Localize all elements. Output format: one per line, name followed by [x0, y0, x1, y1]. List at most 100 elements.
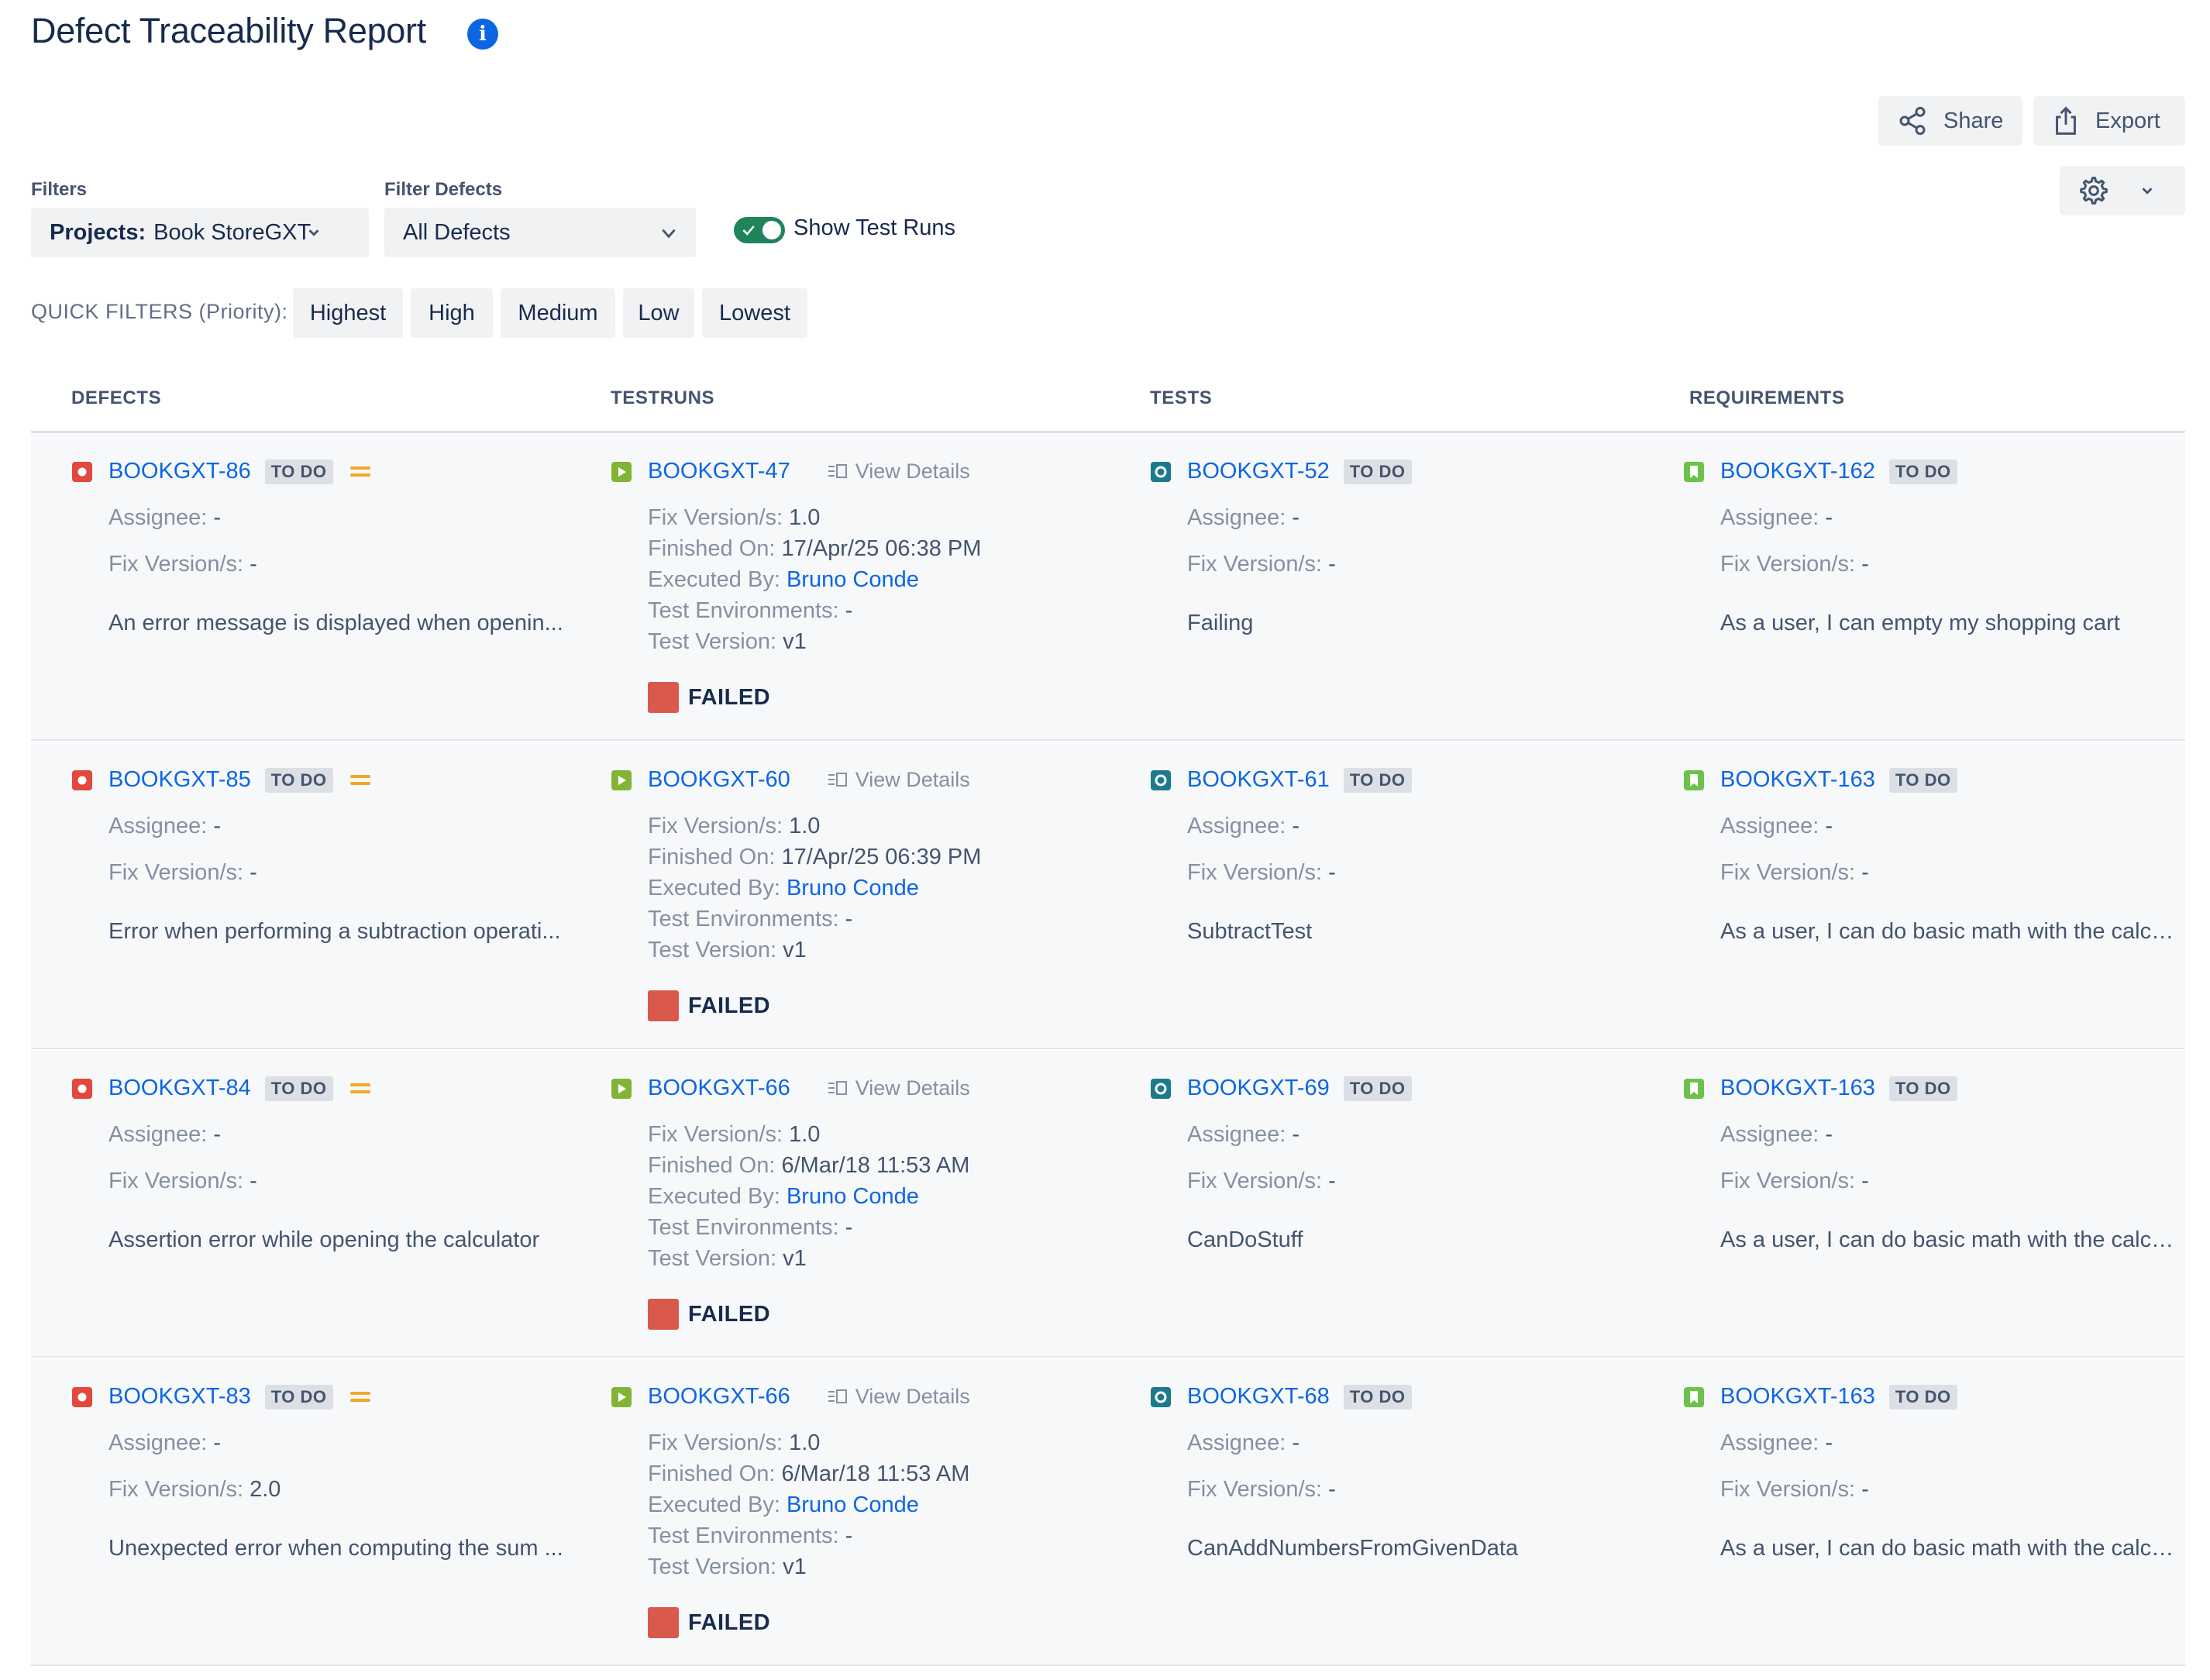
testrun-test-environments: Test Environments: - [648, 598, 853, 623]
testrun-key-link[interactable]: BOOKGXT-47 [648, 459, 790, 484]
export-button[interactable]: Export [2033, 96, 2185, 146]
test-key-link[interactable]: BOOKGXT-68 [1187, 1384, 1330, 1410]
requirement-summary: As a user, I can do basic math with the … [1720, 1536, 2185, 1561]
failed-status-swatch [648, 1299, 679, 1330]
header-divider [31, 431, 2185, 433]
quick-filter-lowest[interactable]: Lowest [702, 288, 807, 338]
medium-priority-icon [349, 771, 370, 789]
status-badge: TO DO [1888, 1076, 1957, 1101]
defect-summary: Error when performing a subtraction oper… [108, 919, 561, 944]
status-badge: TO DO [1343, 459, 1412, 484]
testrun-test-environments: Test Environments: - [648, 1523, 853, 1548]
test-key-link[interactable]: BOOKGXT-52 [1187, 459, 1330, 484]
failed-status-swatch [648, 1607, 679, 1638]
filter-defects-select[interactable]: All Defects [384, 208, 696, 257]
user-link[interactable]: Bruno Conde [787, 1184, 919, 1209]
user-link[interactable]: Bruno Conde [787, 1492, 919, 1517]
test-key-link[interactable]: BOOKGXT-61 [1187, 767, 1330, 793]
settings-button[interactable] [2060, 166, 2185, 215]
quick-filter-low[interactable]: Low [623, 288, 694, 338]
test-assignee: Assignee: - [1187, 1122, 1300, 1147]
show-test-runs-toggle[interactable] [734, 217, 785, 243]
user-link[interactable]: Bruno Conde [787, 567, 919, 592]
defect-fix-versions: Fix Version/s: - [108, 552, 257, 577]
testrun-status: FAILED [648, 990, 770, 1021]
defect-assignee: Assignee: - [108, 505, 222, 530]
test-key-link[interactable]: BOOKGXT-69 [1187, 1076, 1330, 1101]
requirement-key-link[interactable]: BOOKGXT-163 [1720, 1384, 1875, 1410]
test-icon [1150, 1078, 1172, 1100]
quick-filter-high[interactable]: High [411, 288, 493, 338]
share-button[interactable]: Share [1878, 96, 2022, 146]
filter-defects-label: Filter Defects [384, 179, 503, 200]
defect-key-link[interactable]: BOOKGXT-86 [108, 459, 251, 484]
requirement-cell: BOOKGXT-162 TO DO Assignee: - Fix Versio… [1683, 434, 2185, 739]
requirement-summary: As a user, I can do basic math with the … [1720, 1227, 2185, 1252]
show-test-runs-label: Show Test Runs [793, 215, 956, 240]
status-badge: TO DO [1343, 1384, 1412, 1410]
testrun-key-link[interactable]: BOOKGXT-66 [648, 1076, 790, 1101]
testrun-executed-by: Executed By: Bruno Conde [648, 876, 919, 900]
play-icon [611, 1386, 632, 1408]
projects-select[interactable]: Projects: Book StoreGXT [31, 208, 369, 257]
test-fix-versions: Fix Version/s: - [1187, 860, 1336, 885]
quick-filters-label: QUICK FILTERS (Priority): [31, 300, 288, 323]
status-badge: TO DO [264, 767, 333, 793]
check-icon [742, 225, 755, 236]
defect-assignee: Assignee: - [108, 1430, 222, 1455]
bookmark-icon [1683, 1078, 1705, 1100]
requirement-fix-versions: Fix Version/s: - [1720, 552, 1869, 577]
testrun-test-version: Test Version: v1 [648, 629, 807, 654]
user-link[interactable]: Bruno Conde [787, 876, 919, 900]
test-fix-versions: Fix Version/s: - [1187, 552, 1336, 577]
gear-icon [2080, 177, 2108, 205]
defect-key-link[interactable]: BOOKGXT-85 [108, 767, 251, 793]
view-details-button[interactable]: View Details [828, 1385, 970, 1409]
defect-fix-versions: Fix Version/s: 2.0 [108, 1477, 281, 1502]
test-summary: SubtractTest [1187, 919, 1313, 944]
test-fix-versions: Fix Version/s: - [1187, 1169, 1336, 1193]
requirement-cell: BOOKGXT-163 TO DO Assignee: - Fix Versio… [1683, 1051, 2185, 1356]
testrun-test-version: Test Version: v1 [648, 1246, 807, 1271]
requirement-key-link[interactable]: BOOKGXT-163 [1720, 1076, 1875, 1101]
medium-priority-icon [349, 1388, 370, 1406]
info-icon[interactable]: i [467, 19, 498, 50]
column-header-requirements: REQUIREMENTS [1689, 387, 1845, 408]
view-details-button[interactable]: View Details [828, 1076, 970, 1100]
testrun-key-link[interactable]: BOOKGXT-60 [648, 767, 790, 793]
view-details-button[interactable]: View Details [828, 768, 970, 792]
testrun-executed-by: Executed By: Bruno Conde [648, 1184, 919, 1209]
quick-filter-medium[interactable]: Medium [501, 288, 615, 338]
defect-cell: BOOKGXT-84 TO DO Assignee: - Fix Version… [71, 1051, 598, 1356]
testrun-executed-by: Executed By: Bruno Conde [648, 1492, 919, 1517]
medium-priority-icon [349, 1079, 370, 1097]
testrun-fix-versions: Fix Version/s: 1.0 [648, 505, 821, 530]
status-badge: TO DO [264, 459, 333, 484]
testrun-finished-on: Finished On: 6/Mar/18 11:53 AM [648, 1461, 970, 1486]
defect-assignee: Assignee: - [108, 1122, 222, 1147]
test-cell: BOOKGXT-61 TO DO Assignee: - Fix Version… [1150, 742, 1677, 1048]
chevron-down-icon [662, 229, 676, 239]
defect-key-link[interactable]: BOOKGXT-83 [108, 1384, 251, 1410]
table-row: BOOKGXT-86 TO DO Assignee: - Fix Version… [31, 434, 2185, 741]
details-icon [828, 772, 847, 787]
status-badge: TO DO [264, 1384, 333, 1410]
play-icon [611, 461, 632, 483]
test-summary: CanDoStuff [1187, 1227, 1303, 1252]
requirement-assignee: Assignee: - [1720, 814, 1833, 838]
requirement-key-link[interactable]: BOOKGXT-162 [1720, 459, 1875, 484]
testrun-cell: BOOKGXT-60 View Details Fix Version/s: 1… [611, 742, 1138, 1048]
defect-key-link[interactable]: BOOKGXT-84 [108, 1076, 251, 1101]
play-icon [611, 1078, 632, 1100]
testrun-key-link[interactable]: BOOKGXT-66 [648, 1384, 790, 1410]
test-summary: Failing [1187, 611, 1254, 635]
testrun-test-version: Test Version: v1 [648, 1554, 807, 1579]
requirement-key-link[interactable]: BOOKGXT-163 [1720, 767, 1875, 793]
defect-summary: Unexpected error when computing the sum … [108, 1536, 563, 1561]
quick-filter-highest[interactable]: Highest [293, 288, 403, 338]
testrun-fix-versions: Fix Version/s: 1.0 [648, 1430, 821, 1455]
view-details-button[interactable]: View Details [828, 460, 970, 484]
details-icon [828, 463, 847, 478]
requirement-summary: As a user, I can do basic math with the … [1720, 919, 2185, 944]
status-badge: TO DO [1888, 459, 1957, 484]
